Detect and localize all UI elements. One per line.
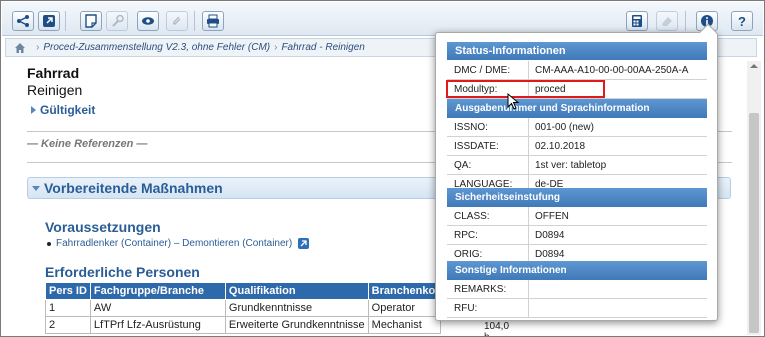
note-button[interactable] (80, 11, 102, 31)
partial-value: 104,0 h (484, 321, 510, 336)
view-button[interactable] (137, 11, 159, 31)
print-button[interactable] (202, 11, 224, 31)
info-key: DMC / DME: (447, 61, 529, 79)
validity-label: Gültigkeit (40, 103, 96, 117)
mouse-cursor-icon (507, 93, 520, 110)
scrollbar-thumb[interactable] (749, 113, 759, 333)
app-window: ? › Proced-Zusammenstellung V2.3, ohne F… (0, 0, 765, 337)
eraser-icon (662, 17, 672, 26)
share-icon (17, 15, 29, 27)
expand-triangle-icon (31, 106, 36, 114)
share-button[interactable] (12, 11, 34, 31)
info-row-issdate: ISSDATE: 02.10.2018 (447, 137, 707, 156)
status-info-popup: Status-Informationen DMC / DME: CM-AAA-A… (435, 23, 718, 321)
note-icon (85, 14, 97, 28)
info-key: RPC: (447, 226, 529, 244)
column-header: Qualifikation (224, 282, 369, 300)
wrench-icon (112, 14, 124, 27)
info-value: 001-00 (new) (535, 122, 594, 133)
home-icon[interactable] (14, 42, 26, 54)
table-cell: AW (89, 299, 226, 317)
breadcrumb-item-current[interactable]: Fahrrad - Reinigen (281, 42, 364, 53)
column-header: Pers ID (45, 282, 91, 300)
help-button[interactable]: ? (731, 11, 753, 31)
section-issue-header: Ausgabenummer und Sprachinformation (447, 99, 707, 118)
collapse-triangle-icon (32, 185, 40, 191)
info-row-dmc: DMC / DME: CM-AAA-A10-00-00-00AA-250A-A (447, 61, 707, 80)
column-header: Branchenko (367, 282, 441, 300)
info-row-issno: ISSNO: 001-00 (new) (447, 118, 707, 137)
info-key: CLASS: (447, 207, 529, 225)
table-cell: Operator (367, 299, 441, 317)
attachment-button[interactable] (166, 11, 188, 31)
info-key: ISSDATE: (447, 137, 529, 155)
help-icon: ? (738, 13, 746, 29)
info-key: ISSNO: (447, 118, 529, 136)
eye-icon (142, 17, 154, 25)
info-row-qa: QA: 1st ver: tabletop (447, 156, 707, 175)
persons-heading: Erforderliche Personen (45, 264, 200, 280)
prerequisite-link[interactable]: Fahrradlenker (Container) – Demontieren … (56, 238, 292, 249)
highlight-box (446, 80, 605, 98)
table-cell: Erweiterte Grundkenntnisse (224, 316, 369, 334)
bullet-icon (47, 241, 51, 246)
table-cell: 1 (45, 299, 91, 317)
print-icon (207, 14, 219, 28)
table-row: 1 AW Grundkenntnisse Operator (45, 299, 441, 317)
info-value: 1st ver: tabletop (535, 160, 607, 171)
attachment-icon (172, 16, 181, 25)
external-link-icon (43, 15, 55, 27)
open-external-button[interactable] (38, 11, 60, 31)
external-link-icon[interactable] (298, 238, 310, 249)
table-header-row: Pers ID Fachgruppe/Branche Qualifikation… (45, 282, 441, 300)
info-value (529, 280, 535, 298)
info-key: REMARKS: (447, 280, 529, 298)
info-value: OFFEN (535, 211, 569, 222)
column-header: Fachgruppe/Branche (89, 282, 226, 300)
info-key: QA: (447, 156, 529, 174)
scroll-up-icon[interactable] (750, 64, 758, 68)
eraser-button[interactable] (656, 11, 678, 31)
persons-table: Pers ID Fachgruppe/Branche Qualifikation… (45, 282, 441, 334)
table-row: 2 LfTPrf Lfz-Ausrüstung Erweiterte Grund… (45, 316, 441, 334)
info-value (529, 299, 535, 317)
no-references-text: — Keine Referenzen — (27, 138, 148, 150)
prerequisites-heading: Voraussetzungen (45, 219, 161, 235)
info-row-rpc: RPC: D0894 (447, 226, 707, 245)
wrench-button[interactable] (106, 11, 128, 31)
info-row-remarks: REMARKS: (447, 280, 707, 299)
info-value: 02.10.2018 (535, 141, 586, 152)
info-value: D0894 (535, 230, 565, 241)
breadcrumb-separator: › (36, 42, 40, 53)
table-cell: LfTPrf Lfz-Ausrüstung (89, 316, 226, 334)
info-key: RFU: (447, 299, 529, 317)
toolbar: ? (2, 2, 763, 36)
table-cell: Mechanist (367, 316, 441, 334)
vertical-scrollbar[interactable] (747, 61, 761, 335)
calculator-button[interactable] (626, 11, 648, 31)
popup-title: Status-Informationen (447, 42, 707, 60)
info-row-class: CLASS: OFFEN (447, 207, 707, 226)
section-preliminary-title: Vorbereitende Maßnahmen (44, 180, 223, 196)
prerequisite-item: Fahrradlenker (Container) – Demontieren … (47, 238, 310, 249)
table-cell: 2 (45, 316, 91, 334)
section-security-header: Sicherheitseinstufung (447, 188, 707, 207)
info-row-rfu: RFU: (447, 299, 707, 318)
section-other-header: Sonstige Informationen (447, 261, 707, 280)
calculator-icon (632, 15, 642, 27)
breadcrumb-item-collection[interactable]: Proced-Zusammenstellung V2.3, ohne Fehle… (43, 42, 270, 53)
info-value: CM-AAA-A10-00-00-00AA-250A-A (535, 65, 689, 76)
breadcrumb-separator: › (274, 42, 278, 53)
table-cell: Grundkenntnisse (224, 299, 369, 317)
